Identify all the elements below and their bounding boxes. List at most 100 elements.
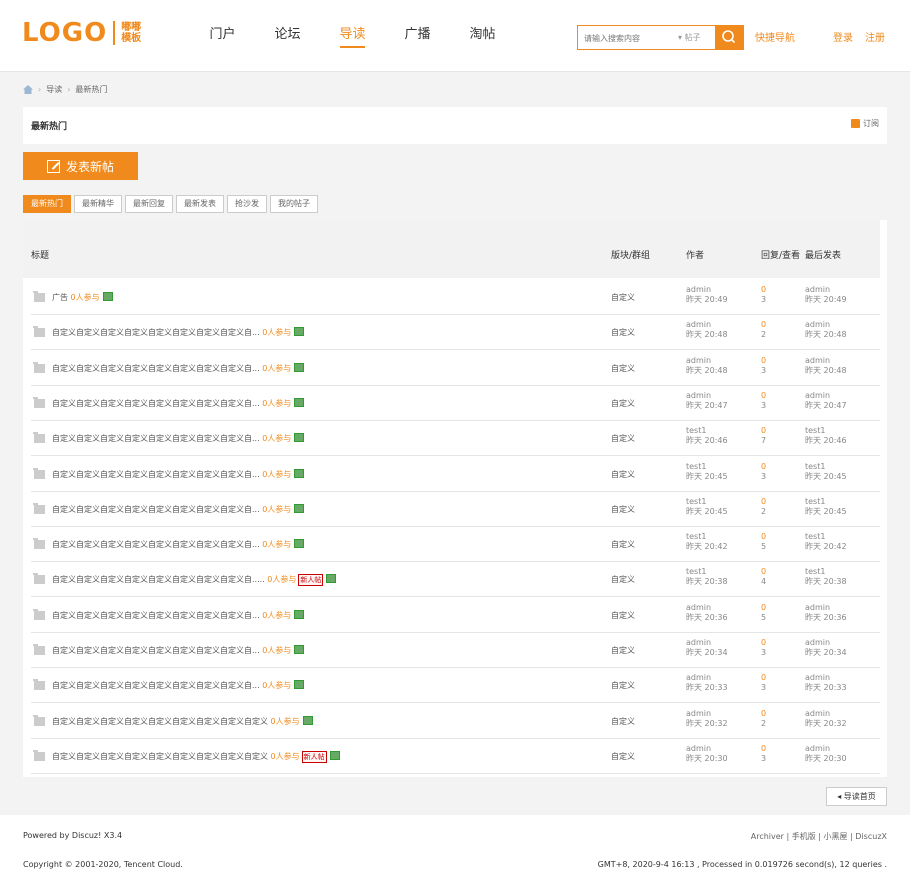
reply-count: 0 bbox=[761, 461, 767, 471]
last-post-user-link[interactable]: admin bbox=[805, 709, 830, 718]
last-post-user-link[interactable]: admin bbox=[805, 638, 830, 647]
author-link[interactable]: admin bbox=[686, 356, 711, 365]
thread-title-link[interactable]: 自定义自定义自定义自定义自定义自定义自定义自定义自... bbox=[52, 364, 260, 373]
thread-title-link[interactable]: 自定义自定义自定义自定义自定义自定义自定义自定义自... bbox=[52, 505, 260, 514]
author-link[interactable]: admin bbox=[686, 285, 711, 294]
thread-title-link[interactable]: 自定义自定义自定义自定义自定义自定义自定义自定义自... bbox=[52, 470, 260, 479]
last-post-user-link[interactable]: test1 bbox=[805, 426, 825, 435]
image-attachment-icon bbox=[294, 433, 305, 443]
thread-folder-icon bbox=[33, 644, 45, 655]
thread-forum-link[interactable]: 自定义 bbox=[611, 433, 635, 444]
thread-forum-link[interactable]: 自定义 bbox=[611, 751, 635, 762]
thread-forum-link[interactable]: 自定义 bbox=[611, 610, 635, 621]
thread-forum-link[interactable]: 自定义 bbox=[611, 716, 635, 727]
thread-forum-link[interactable]: 自定义 bbox=[611, 645, 635, 656]
author-link[interactable]: admin bbox=[686, 709, 711, 718]
tab-new-thread[interactable]: 最新发表 bbox=[176, 195, 224, 213]
author-link[interactable]: admin bbox=[686, 320, 711, 329]
nav-item-broadcast[interactable]: 广播 bbox=[385, 0, 450, 72]
author-link[interactable]: test1 bbox=[686, 532, 706, 541]
new-post-button[interactable]: 发表新帖 bbox=[23, 152, 138, 180]
last-post: admin 昨天 20:34 bbox=[805, 638, 847, 658]
last-post-user-link[interactable]: admin bbox=[805, 391, 830, 400]
login-link[interactable]: 登录 bbox=[833, 29, 853, 44]
author-link[interactable]: admin bbox=[686, 638, 711, 647]
nav-item-guide[interactable]: 导读 bbox=[320, 0, 385, 72]
thread-forum-link[interactable]: 自定义 bbox=[611, 504, 635, 515]
search-button[interactable] bbox=[715, 25, 744, 50]
thread-title-link[interactable]: 自定义自定义自定义自定义自定义自定义自定义自定义自..... bbox=[52, 575, 265, 584]
thread-title-link[interactable]: 自定义自定义自定义自定义自定义自定义自定义自定义自定义 bbox=[52, 752, 268, 761]
tab-hot[interactable]: 最新热门 bbox=[23, 195, 71, 213]
last-post-user-link[interactable]: admin bbox=[805, 603, 830, 612]
tab-sofa[interactable]: 抢沙发 bbox=[227, 195, 267, 213]
author-link[interactable]: test1 bbox=[686, 567, 706, 576]
back-to-guide-button[interactable]: ◂ 导读首页 bbox=[826, 787, 887, 806]
author-link[interactable]: admin bbox=[686, 744, 711, 753]
thread-title-link[interactable]: 自定义自定义自定义自定义自定义自定义自定义自定义自... bbox=[52, 540, 260, 549]
breadcrumb-guide[interactable]: 导读 bbox=[46, 84, 62, 95]
thread-forum-link[interactable]: 自定义 bbox=[611, 327, 635, 338]
last-post-user-link[interactable]: test1 bbox=[805, 462, 825, 471]
last-post: admin 昨天 20:36 bbox=[805, 603, 847, 623]
site-header: LOGO 嘟嘟模板 门户 论坛 导读 广播 淘帖 ▾ 帖子 快捷导航 登录 注册 bbox=[0, 0, 910, 72]
search-scope-select[interactable]: ▾ 帖子 bbox=[678, 26, 701, 49]
nav-item-forum[interactable]: 论坛 bbox=[255, 0, 320, 72]
table-row: 广告 0人参与 自定义 admin 昨天 20:49 0 3 admin 昨天 20:49 bbox=[31, 280, 880, 315]
thread-forum-link[interactable]: 自定义 bbox=[611, 363, 635, 374]
reply-view-count: 03 bbox=[761, 638, 766, 658]
tab-my-threads[interactable]: 我的帖子 bbox=[270, 195, 318, 213]
author-link[interactable]: test1 bbox=[686, 426, 706, 435]
tab-new-reply[interactable]: 最新回复 bbox=[125, 195, 173, 213]
participants-count: 0人参与 bbox=[270, 716, 300, 726]
subscribe-link[interactable]: 订阅 bbox=[851, 118, 879, 129]
author-link[interactable]: test1 bbox=[686, 497, 706, 506]
thread-title-link[interactable]: 自定义自定义自定义自定义自定义自定义自定义自定义自... bbox=[52, 646, 260, 655]
site-logo[interactable]: LOGO 嘟嘟 模板 bbox=[22, 18, 141, 48]
nav-item-portal[interactable]: 门户 bbox=[190, 0, 255, 72]
author-link[interactable]: admin bbox=[686, 391, 711, 400]
last-post-user-link[interactable]: test1 bbox=[805, 532, 825, 541]
last-post-user-link[interactable]: admin bbox=[805, 356, 830, 365]
thread-forum-link[interactable]: 自定义 bbox=[611, 539, 635, 550]
tab-digest[interactable]: 最新精华 bbox=[74, 195, 122, 213]
thread-title-link[interactable]: 自定义自定义自定义自定义自定义自定义自定义自定义自... bbox=[52, 611, 260, 620]
home-icon[interactable] bbox=[23, 85, 33, 94]
author-link[interactable]: test1 bbox=[686, 462, 706, 471]
author-link[interactable]: admin bbox=[686, 603, 711, 612]
last-post-user-link[interactable]: admin bbox=[805, 320, 830, 329]
last-post-user-link[interactable]: admin bbox=[805, 285, 830, 294]
last-post-user-link[interactable]: test1 bbox=[805, 567, 825, 576]
search-input[interactable] bbox=[584, 30, 674, 46]
footer-links[interactable]: Archiver | 手机版 | 小黑屋 | DiscuzX bbox=[751, 831, 887, 842]
image-attachment-icon bbox=[294, 397, 305, 407]
breadcrumb-current[interactable]: 最新热门 bbox=[75, 84, 107, 95]
last-post-user-link[interactable]: admin bbox=[805, 673, 830, 682]
last-post: test1 昨天 20:42 bbox=[805, 532, 847, 552]
last-post-time: 昨天 20:38 bbox=[805, 577, 847, 587]
thread-title-link[interactable]: 广告 bbox=[52, 293, 68, 302]
thread-forum-link[interactable]: 自定义 bbox=[611, 680, 635, 691]
thread-forum-link[interactable]: 自定义 bbox=[611, 292, 635, 303]
quick-nav-link[interactable]: 快捷导航 bbox=[755, 29, 795, 44]
thread-title-link[interactable]: 自定义自定义自定义自定义自定义自定义自定义自定义自定义 bbox=[52, 717, 268, 726]
thread-forum-link[interactable]: 自定义 bbox=[611, 469, 635, 480]
last-post-user-link[interactable]: test1 bbox=[805, 497, 825, 506]
thread-forum-link[interactable]: 自定义 bbox=[611, 574, 635, 585]
image-attachment-icon bbox=[102, 292, 113, 301]
participants-count: 0人参与 bbox=[262, 540, 292, 550]
thread-folder-icon bbox=[33, 538, 45, 550]
thread-title-link[interactable]: 自定义自定义自定义自定义自定义自定义自定义自定义自... bbox=[52, 328, 260, 337]
thread-title-link[interactable]: 自定义自定义自定义自定义自定义自定义自定义自定义自... bbox=[52, 399, 260, 408]
author-link[interactable]: admin bbox=[686, 673, 711, 682]
table-row: 自定义自定义自定义自定义自定义自定义自定义自定义自..... 0人参与 新人帖 自定… bbox=[31, 562, 880, 598]
nav-item-collection[interactable]: 淘帖 bbox=[450, 0, 515, 72]
register-link[interactable]: 注册 bbox=[865, 29, 885, 44]
thread-title-link[interactable]: 自定义自定义自定义自定义自定义自定义自定义自定义自... bbox=[52, 434, 260, 443]
thread-forum-link[interactable]: 自定义 bbox=[611, 398, 635, 409]
last-post-user-link[interactable]: admin bbox=[805, 744, 830, 753]
thread-title-link[interactable]: 自定义自定义自定义自定义自定义自定义自定义自定义自... bbox=[52, 681, 260, 690]
post-time: 昨天 20:33 bbox=[686, 683, 728, 693]
thread-folder-icon bbox=[33, 608, 45, 620]
thread-title: 自定义自定义自定义自定义自定义自定义自定义自定义自..... 0人参与 新人帖 bbox=[52, 574, 337, 587]
